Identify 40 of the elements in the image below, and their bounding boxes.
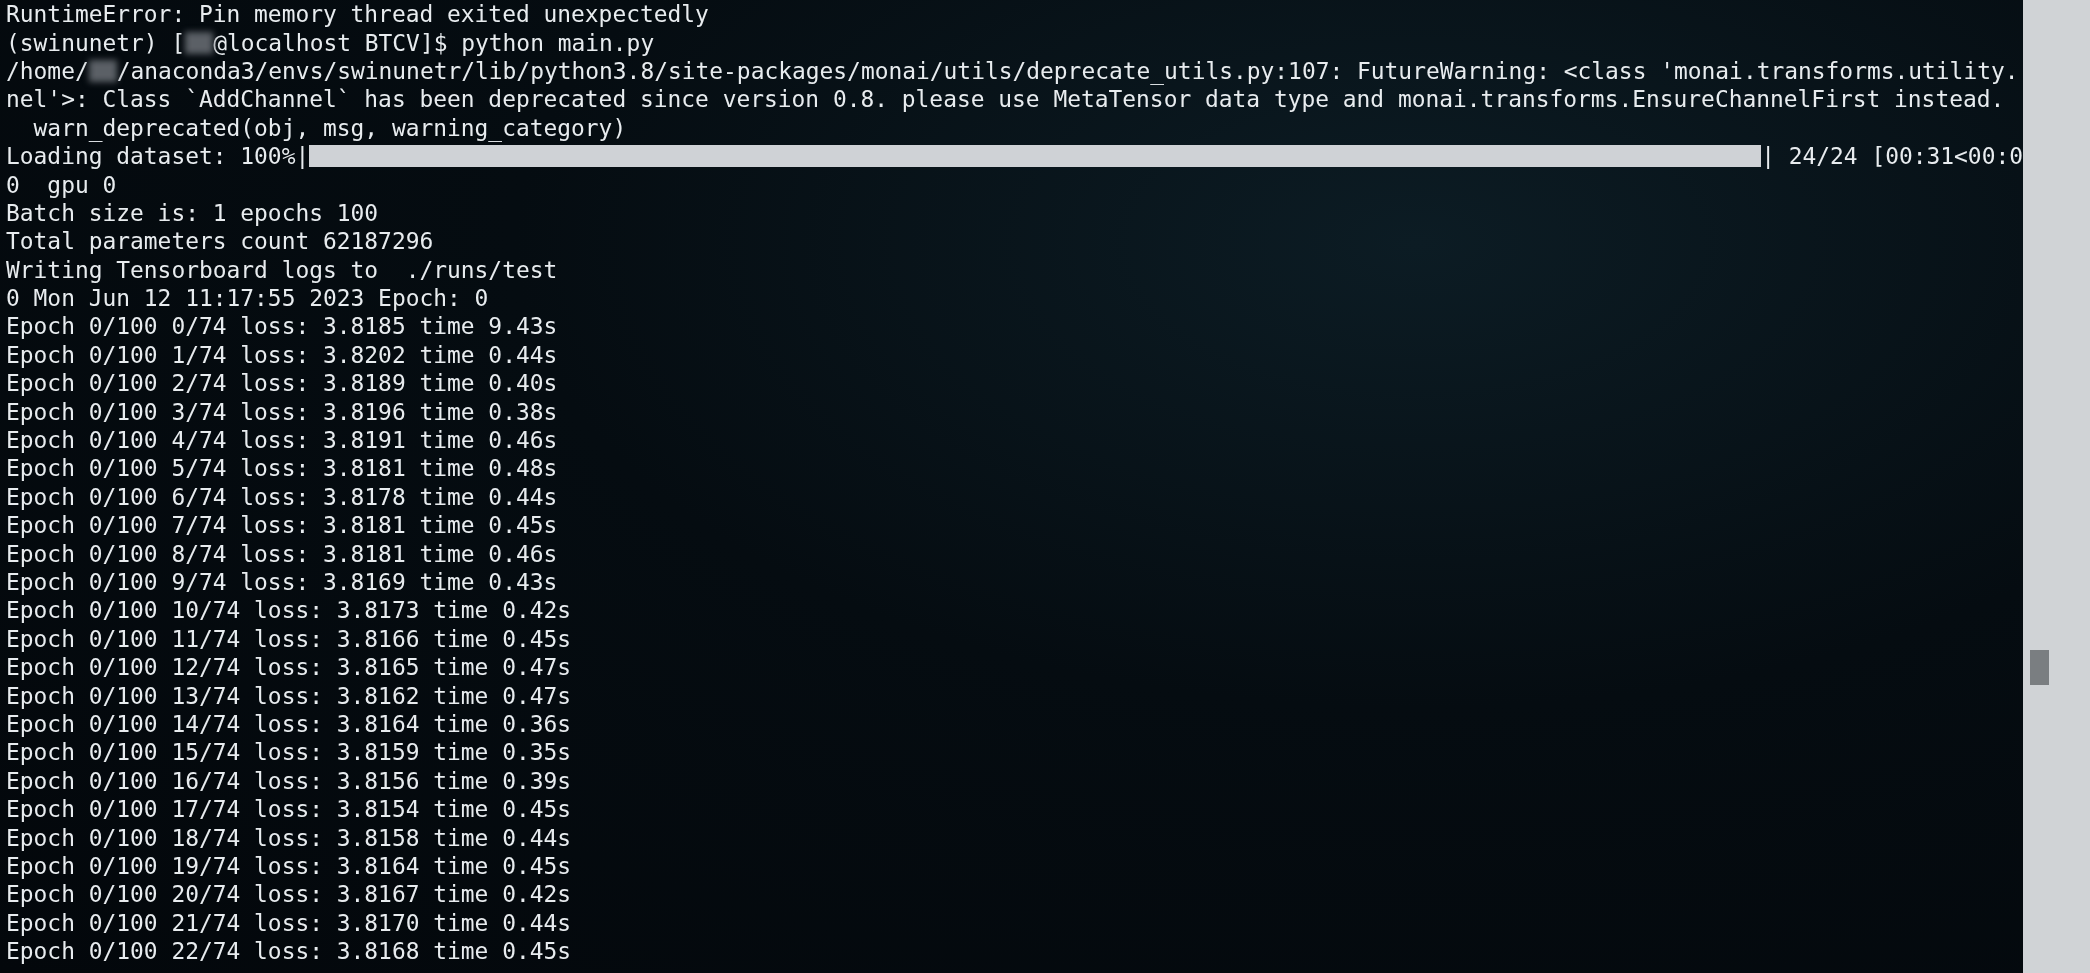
redacted-block <box>185 31 214 54</box>
terminal-line: Epoch 0/100 17/74 loss: 3.8154 time 0.45s <box>6 795 572 824</box>
terminal-line: nel'>: Class `AddChannel` has been deprecated since version 0.8. please use MetaTensor data type and monai.transforms.EnsureChannelFirst instead. <box>6 85 2005 114</box>
terminal-line: Epoch 0/100 22/74 loss: 3.8168 time 0.45s <box>6 937 572 966</box>
terminal-line: Epoch 0/100 13/74 loss: 3.8162 time 0.47s <box>6 681 572 710</box>
terminal-line: Epoch 0/100 15/74 loss: 3.8159 time 0.35s <box>6 738 572 767</box>
terminal-line: RuntimeError: Pin memory thread exited unexpectedly <box>6 0 709 29</box>
terminal-line: Epoch 0/100 2/74 loss: 3.8189 time 0.40s <box>6 369 558 398</box>
terminal-line: Epoch 0/100 20/74 loss: 3.8167 time 0.42s <box>6 880 572 909</box>
terminal-line: 0 Mon Jun 12 11:17:55 2023 Epoch: 0 <box>6 284 489 313</box>
terminal-line: Epoch 0/100 12/74 loss: 3.8165 time 0.47s <box>6 653 572 682</box>
terminal-line: Epoch 0/100 5/74 loss: 3.8181 time 0.48s <box>6 454 558 483</box>
terminal-line: Epoch 0/100 10/74 loss: 3.8173 time 0.42s <box>6 596 572 625</box>
terminal-line: Epoch 0/100 18/74 loss: 3.8158 time 0.44s <box>6 823 572 852</box>
terminal-line: Epoch 0/100 0/74 loss: 3.8185 time 9.43s <box>6 312 558 341</box>
terminal-line: Writing Tensorboard logs to ./runs/test <box>6 255 558 284</box>
redacted-block <box>88 59 117 82</box>
terminal-line: Epoch 0/100 7/74 loss: 3.8181 time 0.45s <box>6 511 558 540</box>
terminal-text: /home/ <box>6 56 89 85</box>
terminal-line: Epoch 0/100 3/74 loss: 3.8196 time 0.38s <box>6 397 558 426</box>
terminal-line: 0 gpu 0 <box>6 170 117 199</box>
progress-label: Loading dataset: 100%| <box>6 142 310 171</box>
terminal-line: Epoch 0/100 19/74 loss: 3.8164 time 0.45s <box>6 851 572 880</box>
terminal-line: Epoch 0/100 16/74 loss: 3.8156 time 0.39s <box>6 766 572 795</box>
terminal-line: Epoch 0/100 11/74 loss: 3.8166 time 0.45s <box>6 624 572 653</box>
scrollbar-thumb[interactable] <box>2030 650 2049 685</box>
terminal-line: Epoch 0/100 1/74 loss: 3.8202 time 0.44s <box>6 340 558 369</box>
terminal-line: Batch size is: 1 epochs 100 <box>6 198 379 227</box>
terminal-line: warn_deprecated(obj, msg, warning_category) <box>32 113 627 142</box>
terminal-line: Epoch 0/100 9/74 loss: 3.8169 time 0.43s <box>6 568 558 596</box>
terminal-line: Epoch 0/100 4/74 loss: 3.8191 time 0.46s <box>6 426 558 455</box>
terminal-text: /anaconda3/envs/swinunetr/lib/python3.8/site-packages/monai/utils/deprecate_utils.py:107: FutureWarning: <class 'monai.transforms.utility. <box>116 56 2019 85</box>
terminal-line: Epoch 0/100 21/74 loss: 3.8170 time 0.44s <box>6 908 572 937</box>
terminal-line: Epoch 0/100 6/74 loss: 3.8178 time 0.44s <box>6 482 558 511</box>
terminal-line: Total parameters count 62187296 <box>6 227 434 256</box>
terminal-line: Epoch 0/100 8/74 loss: 3.8181 time 0.46s <box>6 539 558 568</box>
terminal-text: @localhost BTCV]$ python main.py <box>213 28 655 57</box>
terminal-text: (swinunetr) [ <box>6 28 186 57</box>
terminal-line: Epoch 0/100 14/74 loss: 3.8164 time 0.36s <box>6 709 572 738</box>
progress-info: | 24/24 [00:31<00:0 <box>1761 142 2023 171</box>
